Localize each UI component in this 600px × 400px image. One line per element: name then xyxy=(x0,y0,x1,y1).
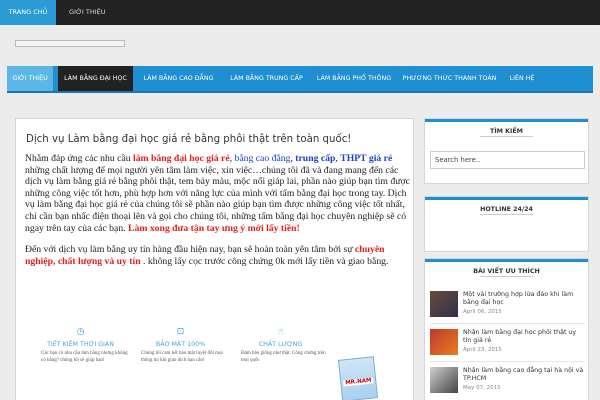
post-link[interactable]: Một vài trường hợp lừa đảo khi làm bằng … xyxy=(463,291,585,307)
feature-title: TIẾT KIỆM THỜI GIAN xyxy=(47,341,114,348)
highlight-lam-bang-dai-hoc[interactable]: làm bằng đại học giá rẻ xyxy=(133,153,230,164)
main-nav: GIỚI THIỆU LÀM BẰNG ĐẠI HỌC LÀM BẰNG CAO… xyxy=(7,66,593,93)
thumbs-up-icon: ☝ xyxy=(277,327,284,337)
post-date: April 23, 2015 xyxy=(463,347,502,353)
post-thumbnail[interactable] xyxy=(430,291,458,317)
text: Nhằm đáp ứng các nhu cầu xyxy=(25,153,134,164)
post-paragraph-1: Nhằm đáp ứng các nhu cầu làm bằng đại họ… xyxy=(25,153,410,234)
post-link[interactable]: Nhận làm bằng cao đẳng tại hà nội và TP.… xyxy=(463,367,585,383)
highlight-cta: Làm xong đưa tận tay ưng ý mới lấy tiền! xyxy=(128,222,300,234)
widget-title: TÌM KIẾM xyxy=(425,119,588,139)
list-item[interactable]: Một vài trường hợp lừa đảo khi làm bằng … xyxy=(430,291,585,319)
text: . không lấy cọc trước công chứng 0k mới … xyxy=(140,255,389,267)
badge-label: MR.NAM xyxy=(343,377,374,387)
feature-tiet-kiem: ◷ TIẾT KIỆM THỜI GIAN Các bạn có nhu cầu… xyxy=(33,327,128,364)
feature-bao-mat: ⊡ BẢO MẬT 100% Chúng tôi cam kết bảo mật… xyxy=(133,327,228,364)
nav-item-gioi-thieu[interactable]: GIỚI THIỆU xyxy=(7,66,53,91)
feature-desc: Chúng tôi cam kết bảo mật tuyệt đối mọi … xyxy=(141,351,223,363)
feature-title: CHẤT LƯỢNG xyxy=(258,341,303,348)
nav-item-lam-bang-pho-thong[interactable]: LÀM BẰNG PHỔ THÔNG xyxy=(311,66,397,91)
divider xyxy=(430,361,585,362)
nav-item-lam-bang-trung-cap[interactable]: LÀM BẰNG TRUNG CẤP xyxy=(223,66,310,91)
post-thumbnail[interactable] xyxy=(430,367,458,393)
clock-icon: ◷ xyxy=(76,327,85,337)
post-link[interactable]: Nhận làm bằng đại học phôi thật uy tín g… xyxy=(463,329,585,345)
text: Đến với dịch vụ làm bằng uy tín hàng đầu… xyxy=(25,244,355,256)
post-title: Dịch vụ Làm bằng đại học giá rẻ bằng phô… xyxy=(26,134,352,145)
lock-icon: ⊡ xyxy=(176,327,185,337)
post-date: May 07, 2015 xyxy=(463,385,501,391)
nav-item-lam-bang-dai-hoc[interactable]: LÀM BẰNG ĐẠI HỌC xyxy=(58,66,133,91)
list-item[interactable]: Nhận làm bằng đại học phôi thật uy tín g… xyxy=(430,329,585,357)
nav-item-lam-bang-cao-dang[interactable]: LÀM BẰNG CAO ĐẲNG xyxy=(137,66,220,91)
nav-item-phuong-thuc-thanh-toan[interactable]: PHƯƠNG THỨC THANH TOÁN xyxy=(397,66,502,91)
nav-item-lien-he[interactable]: LIÊN HỆ xyxy=(503,66,541,91)
feature-title: BẢO MẬT 100% xyxy=(155,341,206,348)
divider xyxy=(430,323,585,324)
widget-title: BÀI VIẾT ƯU THÍCH xyxy=(425,259,588,279)
featured-posts-widget: BÀI VIẾT ƯU THÍCH Một vài trường hợp lừa… xyxy=(424,258,589,400)
list-item[interactable]: Nhận làm bằng cao đẳng tại hà nội và TP.… xyxy=(430,367,585,395)
site-logo-placeholder[interactable] xyxy=(15,40,125,47)
post-body: Nhằm đáp ứng các nhu cầu làm bằng đại họ… xyxy=(25,153,410,277)
post-paragraph-2: Đến với dịch vụ làm bằng uy tín hàng đầu… xyxy=(25,244,410,267)
feature-chat-luong: ☝ CHẤT LƯỢNG Đảm bảo giống như thật. Côn… xyxy=(233,327,328,364)
topbar-home-link[interactable]: TRANG CHỦ xyxy=(0,0,56,25)
topbar-about-link[interactable]: GIỚI THIỆU xyxy=(62,0,113,25)
feature-desc: Các bạn có nhu cầu làm bằng nhưng không … xyxy=(41,351,128,363)
post-thumbnail[interactable] xyxy=(430,329,458,355)
mr-nam-badge-image[interactable]: MR.NAM xyxy=(337,356,379,400)
hotline-widget: HOTLINE 24/24 xyxy=(424,196,589,252)
search-widget: TÌM KIẾM Search here.. xyxy=(424,118,589,184)
widget-title: HOTLINE 24/24 xyxy=(425,197,588,217)
feature-desc: Đảm bảo giống như thật. Công chứng trên … xyxy=(241,351,326,363)
link-bang-cao-dang[interactable]: bằng cao đẳng xyxy=(234,153,290,164)
post-date: April 06, 2015 xyxy=(463,309,502,315)
link-thpt-gia-re[interactable]: THPT giá rẻ xyxy=(340,153,392,164)
link-trung-cap[interactable]: trung cấp xyxy=(295,153,335,164)
search-input[interactable]: Search here.. xyxy=(430,151,585,169)
sidebar: TÌM KIẾM Search here.. HOTLINE 24/24 BÀI… xyxy=(424,118,589,400)
top-bar: TRANG CHỦ GIỚI THIỆU xyxy=(0,0,600,25)
